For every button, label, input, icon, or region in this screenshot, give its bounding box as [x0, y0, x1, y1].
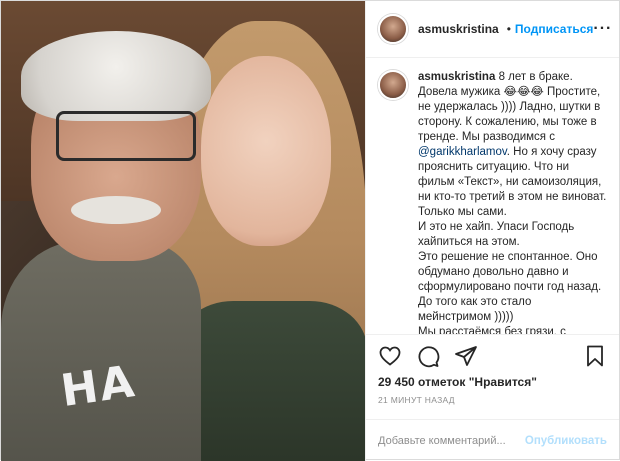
comment-icon[interactable]	[416, 344, 440, 368]
caption-mention[interactable]: @garikkharlamov	[418, 146, 507, 158]
photo-man-hair	[21, 31, 211, 121]
caption-text: asmuskristina 8 лет в браке. Довела мужи…	[418, 70, 607, 334]
separator-dot: •	[506, 22, 511, 36]
header-username[interactable]: asmuskristina	[418, 22, 499, 36]
timestamp[interactable]: 21 МИНУТ НАЗАД	[378, 395, 607, 405]
post-header: asmuskristina • Подписаться ···	[366, 1, 619, 58]
photo-woman-jacket	[176, 301, 365, 461]
instagram-post: НА asmuskristina • Подписаться ··· asmus…	[0, 0, 620, 461]
heart-icon[interactable]	[378, 344, 402, 368]
post-actions: 29 450 отметок "Нравится" 21 МИНУТ НАЗАД	[366, 334, 619, 409]
post-photo[interactable]: НА	[1, 1, 365, 461]
avatar[interactable]	[378, 14, 408, 44]
follow-button[interactable]: Подписаться	[515, 22, 593, 36]
caption-username[interactable]: asmuskristina	[418, 71, 495, 83]
action-icons	[378, 343, 607, 369]
more-options-icon[interactable]: ···	[593, 20, 612, 38]
caption-avatar[interactable]	[378, 70, 408, 100]
share-icon[interactable]	[454, 344, 478, 368]
comment-input[interactable]	[378, 434, 525, 447]
likes-count[interactable]: 29 450 отметок "Нравится"	[378, 375, 607, 389]
caption-body-after: . Но я хочу сразу прояснить ситуацию. Чт…	[418, 146, 607, 334]
photo-woman-face	[201, 56, 331, 246]
post-sidebar: asmuskristina • Подписаться ··· asmuskri…	[365, 1, 619, 461]
photo-man-shirt	[1, 241, 201, 461]
caption-area: asmuskristina 8 лет в браке. Довела мужи…	[366, 58, 619, 334]
photo-shirt-print: НА	[57, 356, 140, 417]
comment-bar: Опубликовать	[366, 419, 619, 461]
photo-mustache	[71, 196, 161, 224]
bookmark-icon[interactable]	[583, 344, 607, 368]
post-comment-button[interactable]: Опубликовать	[525, 435, 607, 447]
caption-row: asmuskristina 8 лет в браке. Довела мужи…	[378, 70, 607, 334]
photo-glasses	[56, 111, 196, 161]
